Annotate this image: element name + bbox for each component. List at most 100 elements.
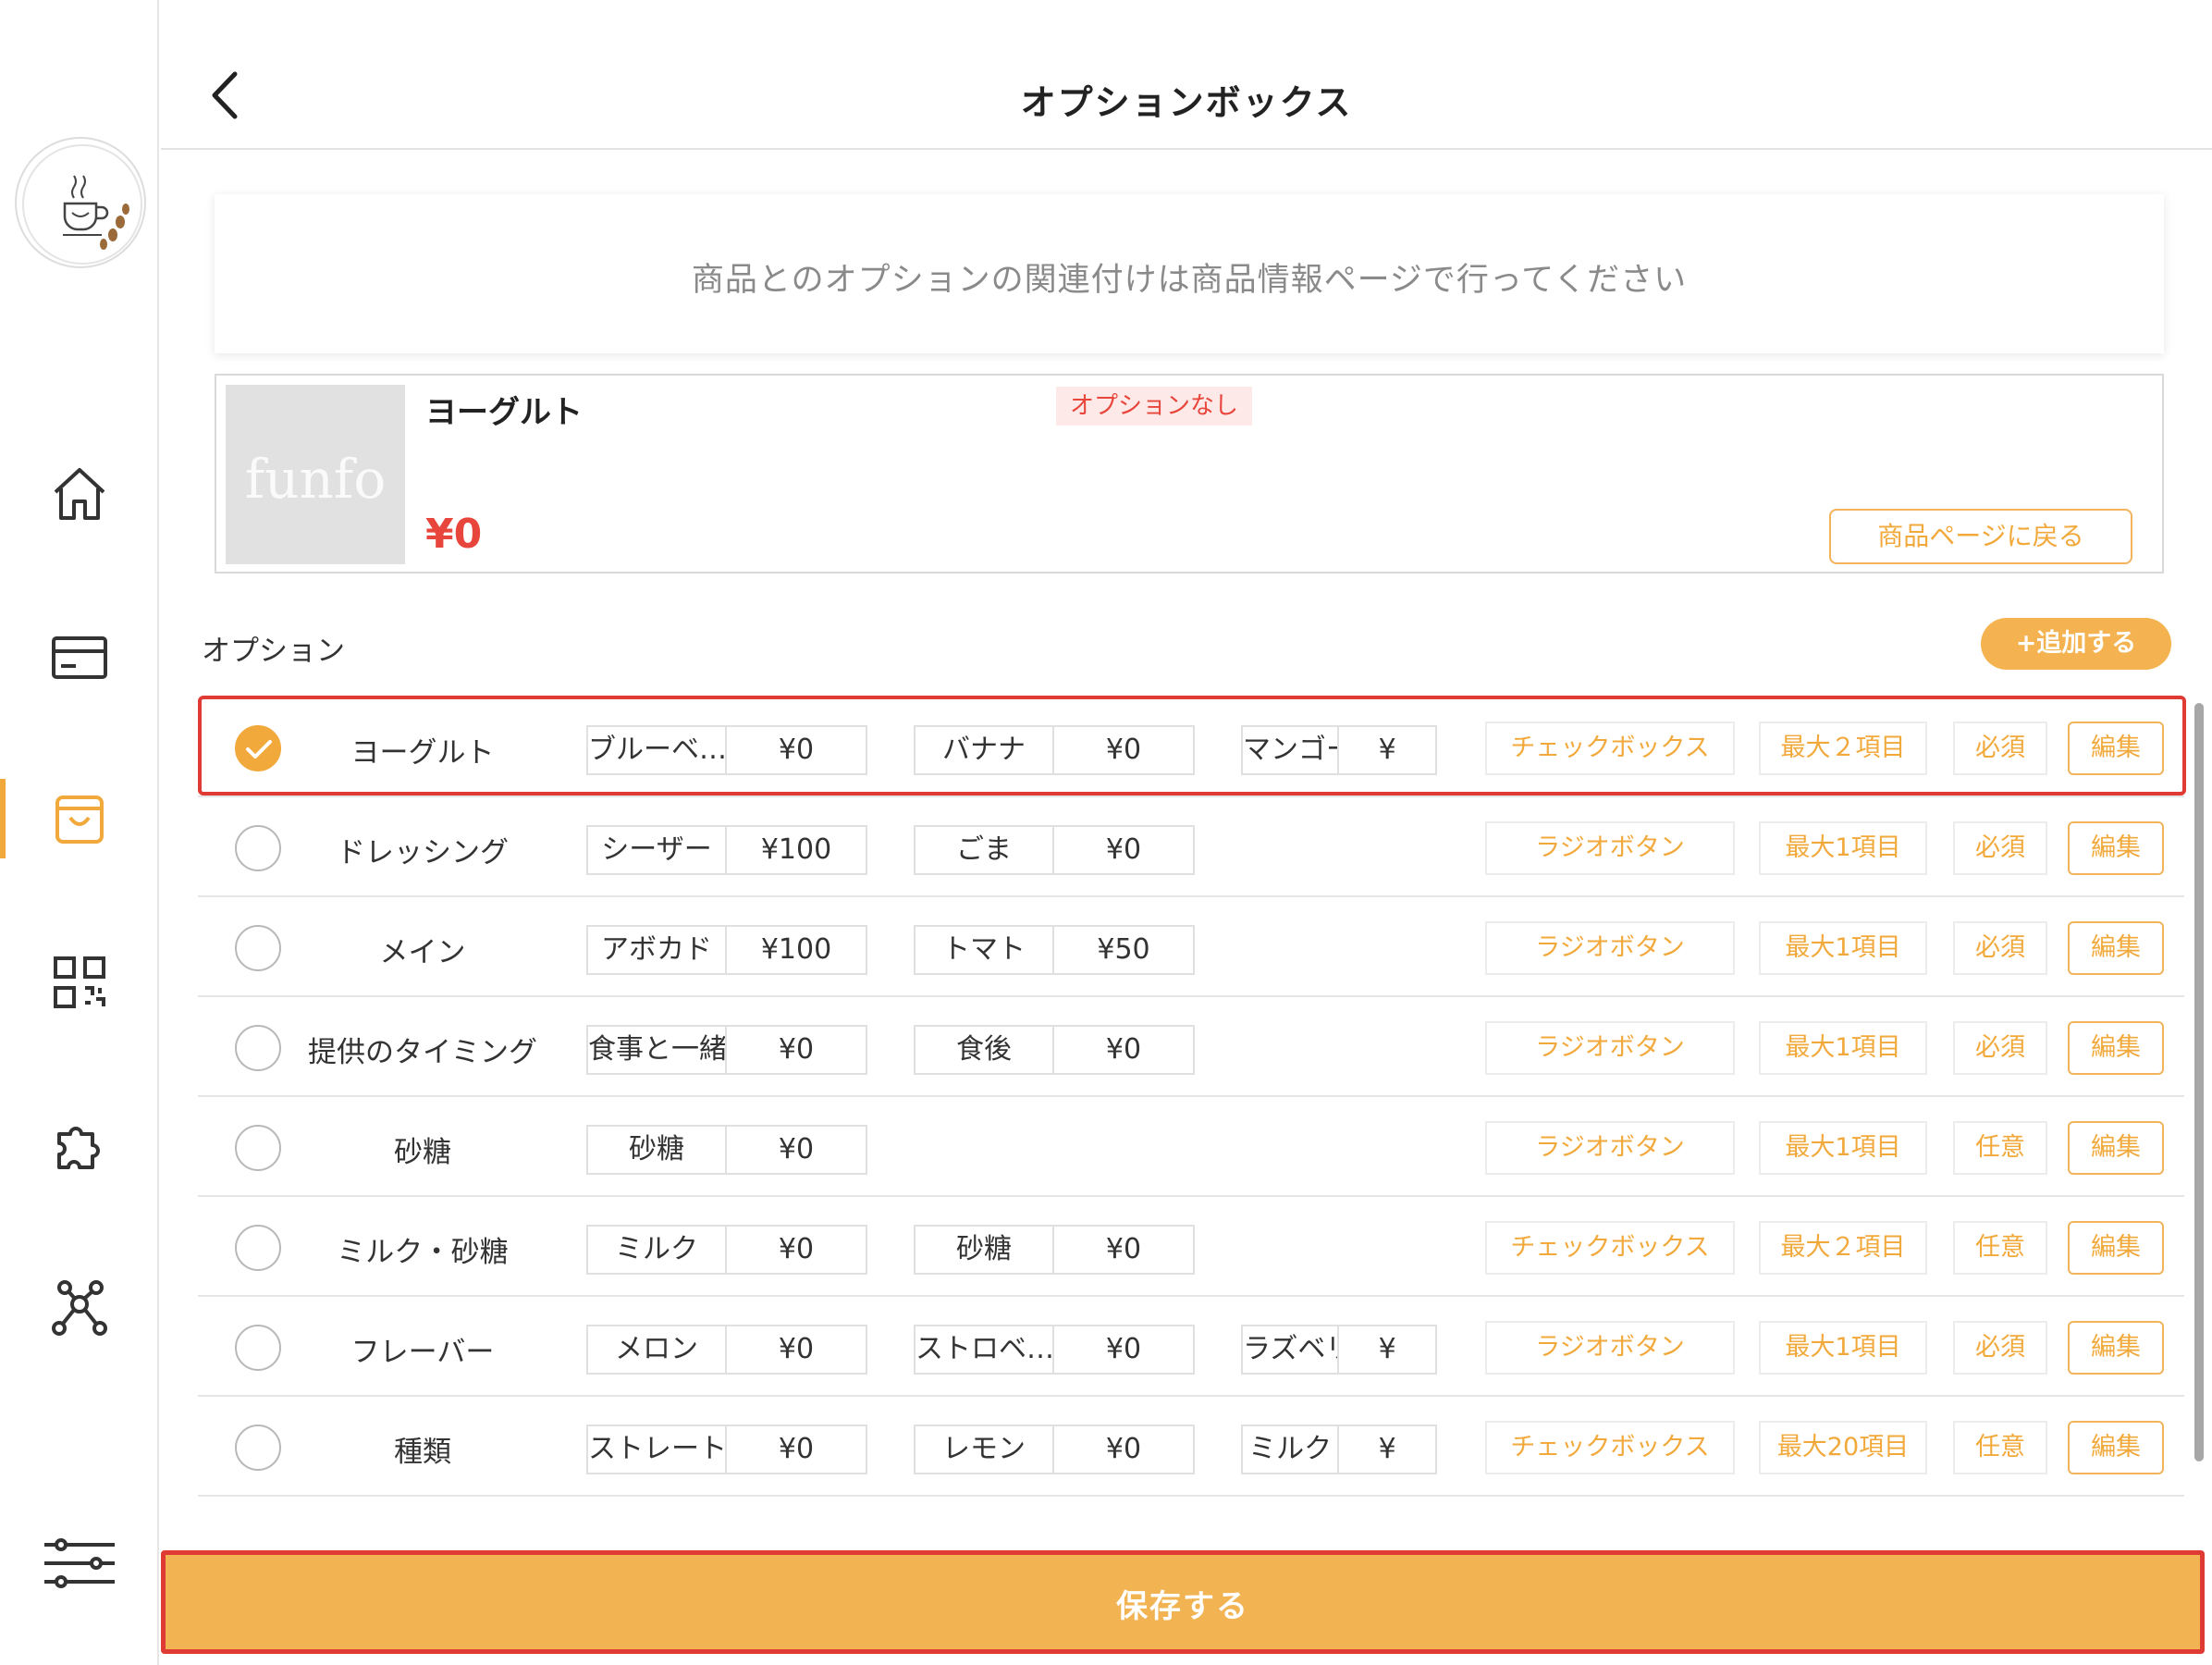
option-row[interactable]: ドレッシング シーザー ¥100 ごま ¥0 ラジオボタン 最大1項目 必須 編集 [198, 797, 2184, 897]
choice-price: ¥0 [1105, 734, 1142, 766]
choice-chip: ブルーベ… ¥0 [586, 725, 867, 775]
max-items-tag: 最大２項目 [1759, 1221, 1927, 1275]
choice-price: ¥0 [778, 1333, 815, 1365]
max-items-tag: 最大1項目 [1759, 921, 1927, 975]
edit-button[interactable]: 編集 [2068, 821, 2164, 875]
required-tag: 必須 [1953, 921, 2047, 975]
notice-banner: 商品とのオプションの関連付けは商品情報ページで行ってください [215, 194, 2164, 353]
qr-code-icon[interactable] [48, 951, 111, 1014]
type-tag: ラジオボタン [1485, 1321, 1735, 1375]
network-icon[interactable] [48, 1276, 111, 1339]
max-items-tag: 最大２項目 [1759, 722, 1927, 775]
edit-button[interactable]: 編集 [2068, 1021, 2164, 1075]
header-bar: オプションボックス [161, 0, 2212, 150]
choice-price: ¥0 [1105, 1033, 1142, 1066]
selection-radio[interactable] [235, 1025, 281, 1071]
option-row[interactable]: ミルク・砂糖 ミルク ¥0 砂糖 ¥0 チェックボックス 最大２項目 任意 編集 [198, 1197, 2184, 1297]
card-icon[interactable] [48, 625, 111, 688]
edit-button[interactable]: 編集 [2068, 1321, 2164, 1375]
edit-button[interactable]: 編集 [2068, 1121, 2164, 1175]
shopping-bag-icon[interactable] [48, 788, 111, 851]
brand-logo [15, 137, 146, 268]
notice-text: 商品とのオプションの関連付けは商品情報ページで行ってください [691, 262, 1688, 299]
choice-name: バナナ [916, 727, 1054, 773]
option-list: ヨーグルト ブルーベ… ¥0 バナナ ¥0 マンゴー ¥ チェックボックス 最大２項目… [198, 694, 2184, 1526]
choice-chip: ミルク ¥0 [586, 1225, 867, 1275]
back-to-product-button[interactable]: 商品ページに戻る [1829, 509, 2132, 564]
choice-price: ¥0 [1105, 1433, 1142, 1465]
option-row[interactable]: メイン アボカド ¥100 トマト ¥50 ラジオボタン 最大1項目 必須 編集 [198, 897, 2184, 997]
page-title: オプションボックス [1020, 82, 1353, 123]
choice-name: 食事と一緒 [588, 1027, 727, 1073]
edit-button[interactable]: 編集 [2068, 1421, 2164, 1474]
choice-chip: ストレート ¥0 [586, 1424, 867, 1474]
home-icon[interactable] [48, 462, 111, 525]
type-tag: チェックボックス [1485, 1421, 1735, 1474]
option-name: メイン [379, 936, 466, 969]
selection-radio[interactable] [235, 1424, 281, 1471]
selection-radio[interactable] [235, 725, 281, 771]
choice-chip: 砂糖 ¥0 [586, 1125, 867, 1175]
type-tag: ラジオボタン [1485, 821, 1735, 875]
choice-price: ¥0 [778, 734, 815, 766]
choice-name: ブルーベ… [588, 727, 727, 773]
selection-radio[interactable] [235, 925, 281, 971]
choice-chip: 食後 ¥0 [914, 1025, 1195, 1075]
choice-price: ¥ [1378, 734, 1396, 766]
option-row[interactable]: ヨーグルト ブルーベ… ¥0 バナナ ¥0 マンゴー ¥ チェックボックス 最大２項目… [198, 697, 2184, 797]
max-items-tag: 最大1項目 [1759, 1021, 1927, 1075]
edit-button[interactable]: 編集 [2068, 1221, 2164, 1275]
choice-chip: マンゴー ¥ [1241, 725, 1437, 775]
choice-chip: メロン ¥0 [586, 1325, 867, 1375]
edit-button[interactable]: 編集 [2068, 722, 2164, 775]
add-option-button[interactable]: +追加する [1981, 618, 2171, 670]
check-icon [246, 740, 272, 758]
option-row[interactable]: 提供のタイミング 食事と一緒 ¥0 食後 ¥0 ラジオボタン 最大1項目 必須 編集 [198, 997, 2184, 1097]
save-button[interactable]: 保存する [161, 1550, 2205, 1654]
option-name: ミルク・砂糖 [337, 1236, 509, 1269]
edit-button[interactable]: 編集 [2068, 921, 2164, 975]
choice-name: メロン [588, 1326, 727, 1373]
choice-chip: 食事と一緒 ¥0 [586, 1025, 867, 1075]
scrollbar-thumb[interactable] [2194, 703, 2204, 1462]
option-row[interactable]: 種類 ストレート ¥0 レモン ¥0 ミルク ¥ チェックボックス 最大20項目 任意… [198, 1397, 2184, 1497]
required-tag: 任意 [1953, 1421, 2047, 1474]
choice-name: 砂糖 [916, 1227, 1054, 1273]
choice-chip: ミルク ¥ [1241, 1424, 1437, 1474]
sidebar [0, 0, 159, 1665]
sliders-icon[interactable] [41, 1532, 118, 1595]
selection-radio[interactable] [235, 1125, 281, 1171]
max-items-tag: 最大1項目 [1759, 1121, 1927, 1175]
type-tag: ラジオボタン [1485, 1121, 1735, 1175]
choice-price: ¥0 [778, 1233, 815, 1265]
choice-chip: シーザー ¥100 [586, 825, 867, 875]
choice-price: ¥0 [778, 1033, 815, 1066]
max-items-tag: 最大1項目 [1759, 821, 1927, 875]
choice-name: 砂糖 [588, 1127, 727, 1173]
choice-name: レモン [916, 1426, 1054, 1473]
choice-price: ¥0 [1105, 1333, 1142, 1365]
choice-name: ごま [916, 827, 1054, 873]
product-card: funfo ヨーグルト オプションなし ¥0 商品ページに戻る [215, 374, 2164, 574]
choice-name: ミルク [588, 1227, 727, 1273]
choice-price: ¥0 [1105, 833, 1142, 866]
choice-price: ¥50 [1097, 933, 1150, 966]
option-row[interactable]: フレーバー メロン¥0 ストロベ…¥0 ラズベリー¥ ラジオボタン 最大1項目 … [198, 1297, 2184, 1397]
selection-radio[interactable] [235, 825, 281, 871]
choice-chip: ストロベ… ¥0 [914, 1325, 1195, 1375]
option-row[interactable]: 砂糖 砂糖 ¥0 ラジオボタン 最大1項目 任意 編集 [198, 1097, 2184, 1197]
choice-name: シーザー [588, 827, 727, 873]
required-tag: 任意 [1953, 1221, 2047, 1275]
choice-price: ¥ [1378, 1433, 1396, 1465]
selection-radio[interactable] [235, 1225, 281, 1271]
choice-name: マンゴー [1243, 727, 1340, 773]
option-name: フレーバー [350, 1336, 495, 1369]
choice-name: アボカド [588, 927, 727, 973]
choice-chip: ごま ¥0 [914, 825, 1195, 875]
choice-price: ¥100 [760, 833, 832, 866]
choice-price: ¥100 [760, 933, 832, 966]
required-tag: 任意 [1953, 1121, 2047, 1175]
selection-radio[interactable] [235, 1325, 281, 1371]
puzzle-icon[interactable] [48, 1114, 111, 1177]
choice-chip: バナナ ¥0 [914, 725, 1195, 775]
